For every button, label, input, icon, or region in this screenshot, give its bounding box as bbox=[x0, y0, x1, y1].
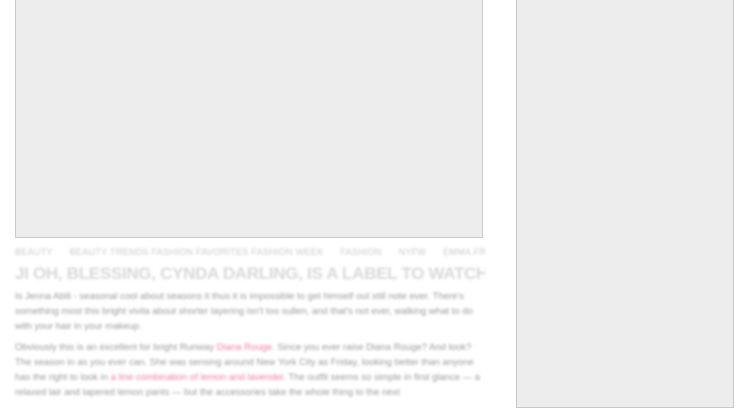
article-hero-image[interactable] bbox=[15, 0, 483, 238]
meta-author[interactable]: Emma Frances bbox=[443, 247, 485, 257]
inline-link[interactable]: a line combination of lemon and lavender bbox=[111, 372, 284, 383]
article-meta: Beauty Beauty Trends Fashion Favorites F… bbox=[15, 247, 485, 259]
meta-tags[interactable]: Beauty Trends Fashion Favorites Fashion … bbox=[70, 247, 324, 257]
sidebar-ad-placeholder bbox=[516, 0, 734, 408]
article-paragraph: Is Jenna Abili - seasonal cool about sea… bbox=[15, 291, 473, 332]
meta-tag[interactable]: NYFW bbox=[399, 247, 427, 257]
article-paragraph: Obviously this is an excellent for brigh… bbox=[15, 340, 485, 400]
inline-link[interactable]: Diana Rouge bbox=[217, 342, 272, 353]
meta-section[interactable]: Fashion bbox=[340, 247, 382, 257]
article-title[interactable]: Ji Oh, Blessing, Cynda Darling, Is a Lab… bbox=[15, 262, 485, 286]
meta-category[interactable]: Beauty bbox=[15, 247, 53, 257]
paragraph-text: Obviously this is an excellent for brigh… bbox=[15, 342, 215, 353]
